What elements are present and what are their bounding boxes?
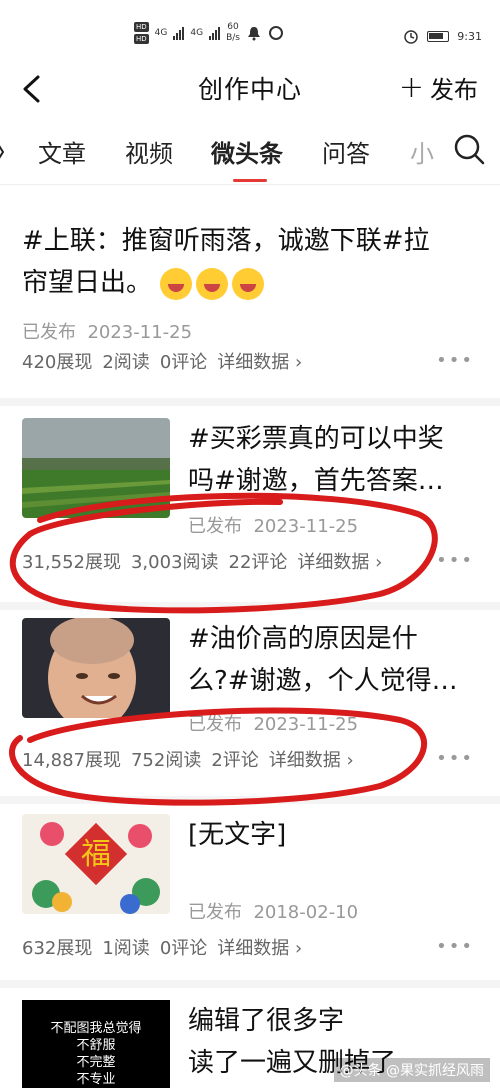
post-thumbnail-text: 不配图我总觉得 不舒服 不完整 不专业: [22, 1000, 170, 1088]
more-options-icon[interactable]: •••: [436, 936, 474, 957]
comments-count: 2评论: [211, 750, 259, 771]
post-thumbnail-fu: 福: [22, 814, 170, 914]
post-title-line2: 吗#谢邀，首先答案…: [188, 466, 444, 496]
alarm-icon: [404, 30, 419, 44]
speed-value: 60: [227, 22, 239, 32]
divider: [0, 980, 500, 988]
post-item-1[interactable]: #上联：推窗听雨落，诚邀下联#拉 帘望日出。 已发布 2023-11-25 42…: [0, 190, 500, 400]
nav-bar: 创作中心 + 发布: [0, 60, 500, 115]
thumb-text-line: 不完整: [76, 1055, 116, 1070]
impressions-count: 420展现: [22, 352, 93, 373]
publish-date: 2023-11-25: [253, 714, 359, 735]
tab-scroll-hint: [0, 145, 5, 159]
laughing-emoji-icon: [160, 267, 193, 300]
content-tabs: 文章 视频 微头条 问答 小: [0, 120, 500, 185]
circle-icon: [268, 26, 283, 40]
more-options-icon[interactable]: •••: [436, 350, 474, 371]
post-stats: 632展现 1阅读 0评论 详细数据 ›: [22, 934, 302, 960]
thumb-text-line: 不舒服: [76, 1038, 116, 1053]
search-icon[interactable]: [452, 132, 486, 166]
details-link[interactable]: 详细数据 ›: [297, 548, 382, 574]
network-type-1: 4G: [154, 28, 168, 38]
tab-videos[interactable]: 视频: [125, 134, 173, 169]
post-title-line1: #买彩票真的可以中奖: [188, 424, 444, 454]
status-right: 9:31: [403, 28, 482, 44]
network-type-2: 4G: [190, 28, 204, 38]
post-title-line2: 么?#谢邀，个人觉得…: [188, 666, 458, 696]
fortune-character-image: 福: [22, 814, 170, 914]
post-title-line2: 帘望日出。: [22, 262, 268, 304]
thumb-text-line: 不专业: [76, 1072, 116, 1087]
battery-icon: [427, 30, 450, 42]
notification-bell-icon: [247, 27, 260, 41]
publish-label: 发布: [430, 76, 478, 104]
publish-date: 2023-11-25: [253, 516, 359, 537]
laughing-emoji-icon: [196, 267, 229, 300]
signal-icon-2: [209, 26, 221, 40]
details-link[interactable]: 详细数据 ›: [269, 746, 354, 772]
divider: [0, 796, 500, 804]
post-meta: 已发布 2018-02-10: [188, 898, 358, 924]
tab-articles[interactable]: 文章: [38, 134, 86, 169]
hd-icon: HD HD: [134, 22, 149, 44]
reads-count: 752阅读: [130, 750, 202, 771]
more-options-icon[interactable]: •••: [436, 748, 474, 769]
publish-date: 2018-02-10: [253, 902, 359, 923]
publish-status: 已发布: [22, 322, 76, 343]
publish-status: 已发布: [188, 714, 242, 735]
post-meta: 已发布 2023-11-25: [188, 512, 358, 538]
publish-status: 已发布: [188, 516, 242, 537]
details-link[interactable]: 详细数据 ›: [217, 934, 302, 960]
post-title-line1: #油价高的原因是什: [188, 624, 418, 654]
post-title-line1: #上联：推窗听雨落，诚邀下联#拉: [22, 226, 430, 256]
active-tab-indicator: [233, 179, 267, 182]
post-title-line1: [无文字]: [188, 820, 287, 850]
divider: [0, 602, 500, 610]
post-meta: 已发布 2023-11-25: [22, 318, 192, 344]
impressions-count: 632展现: [22, 938, 93, 959]
post-stats: 420展现 2阅读 0评论 详细数据 ›: [22, 348, 302, 374]
comments-count: 0评论: [159, 352, 208, 373]
publish-button[interactable]: + 发布: [399, 70, 478, 105]
post-thumbnail-person: [22, 618, 170, 718]
post-title-text: 帘望日出。: [22, 268, 153, 298]
impressions-count: 14,887展现: [22, 750, 121, 771]
svg-text:福: 福: [81, 837, 111, 872]
signal-icon: [173, 26, 185, 40]
field-landscape-image: [22, 418, 170, 518]
reads-count: 2阅读: [102, 352, 150, 373]
smiling-person-image: [22, 618, 170, 718]
publish-status: 已发布: [188, 902, 242, 923]
speed-unit: B/s: [226, 33, 240, 43]
post-title-line1: 编辑了很多字: [188, 1006, 345, 1036]
post-item-2[interactable]: #买彩票真的可以中奖 吗#谢邀，首先答案… 已发布 2023-11-25 31,…: [0, 406, 500, 606]
publish-date: 2023-11-25: [87, 322, 193, 343]
impressions-count: 31,552展现: [22, 552, 121, 573]
divider: [0, 398, 500, 406]
comments-count: 0评论: [159, 938, 208, 959]
post-item-4[interactable]: 福 [无文字] 已发布 2018-02-10 632展现 1阅读 0评论 详细数…: [0, 804, 500, 984]
tab-micro-headlines[interactable]: 微头条: [211, 134, 283, 169]
post-stats: 14,887展现 752阅读 2评论 详细数据 ›: [22, 746, 354, 772]
plus-icon: +: [398, 69, 424, 105]
post-stats: 31,552展现 3,003阅读 22评论 详细数据 ›: [22, 548, 382, 574]
post-meta: 已发布 2023-11-25: [188, 710, 358, 736]
thumb-text-line: 不配图我总觉得: [50, 1021, 142, 1036]
post-item-3[interactable]: #油价高的原因是什 么?#谢邀，个人觉得… 已发布 2023-11-25 14,…: [0, 610, 500, 800]
status-bar: HD HD 4G 4G 60 B/s 9:31: [0, 0, 500, 60]
laughing-emoji-icon: [232, 267, 265, 300]
clock: 9:31: [457, 29, 482, 43]
network-speed: 60 B/s: [226, 22, 240, 44]
reads-count: 3,003阅读: [130, 552, 219, 573]
status-left: HD HD 4G 4G 60 B/s: [134, 22, 284, 44]
tab-qa[interactable]: 问答: [322, 134, 370, 169]
details-link[interactable]: 详细数据 ›: [217, 348, 302, 374]
more-options-icon[interactable]: •••: [436, 550, 474, 571]
watermark: @头条 @果实抓经风雨: [333, 1058, 490, 1082]
reads-count: 1阅读: [102, 938, 150, 959]
tab-more[interactable]: 小: [410, 134, 434, 169]
post-thumbnail-field: [22, 418, 170, 518]
comments-count: 22评论: [228, 552, 288, 573]
